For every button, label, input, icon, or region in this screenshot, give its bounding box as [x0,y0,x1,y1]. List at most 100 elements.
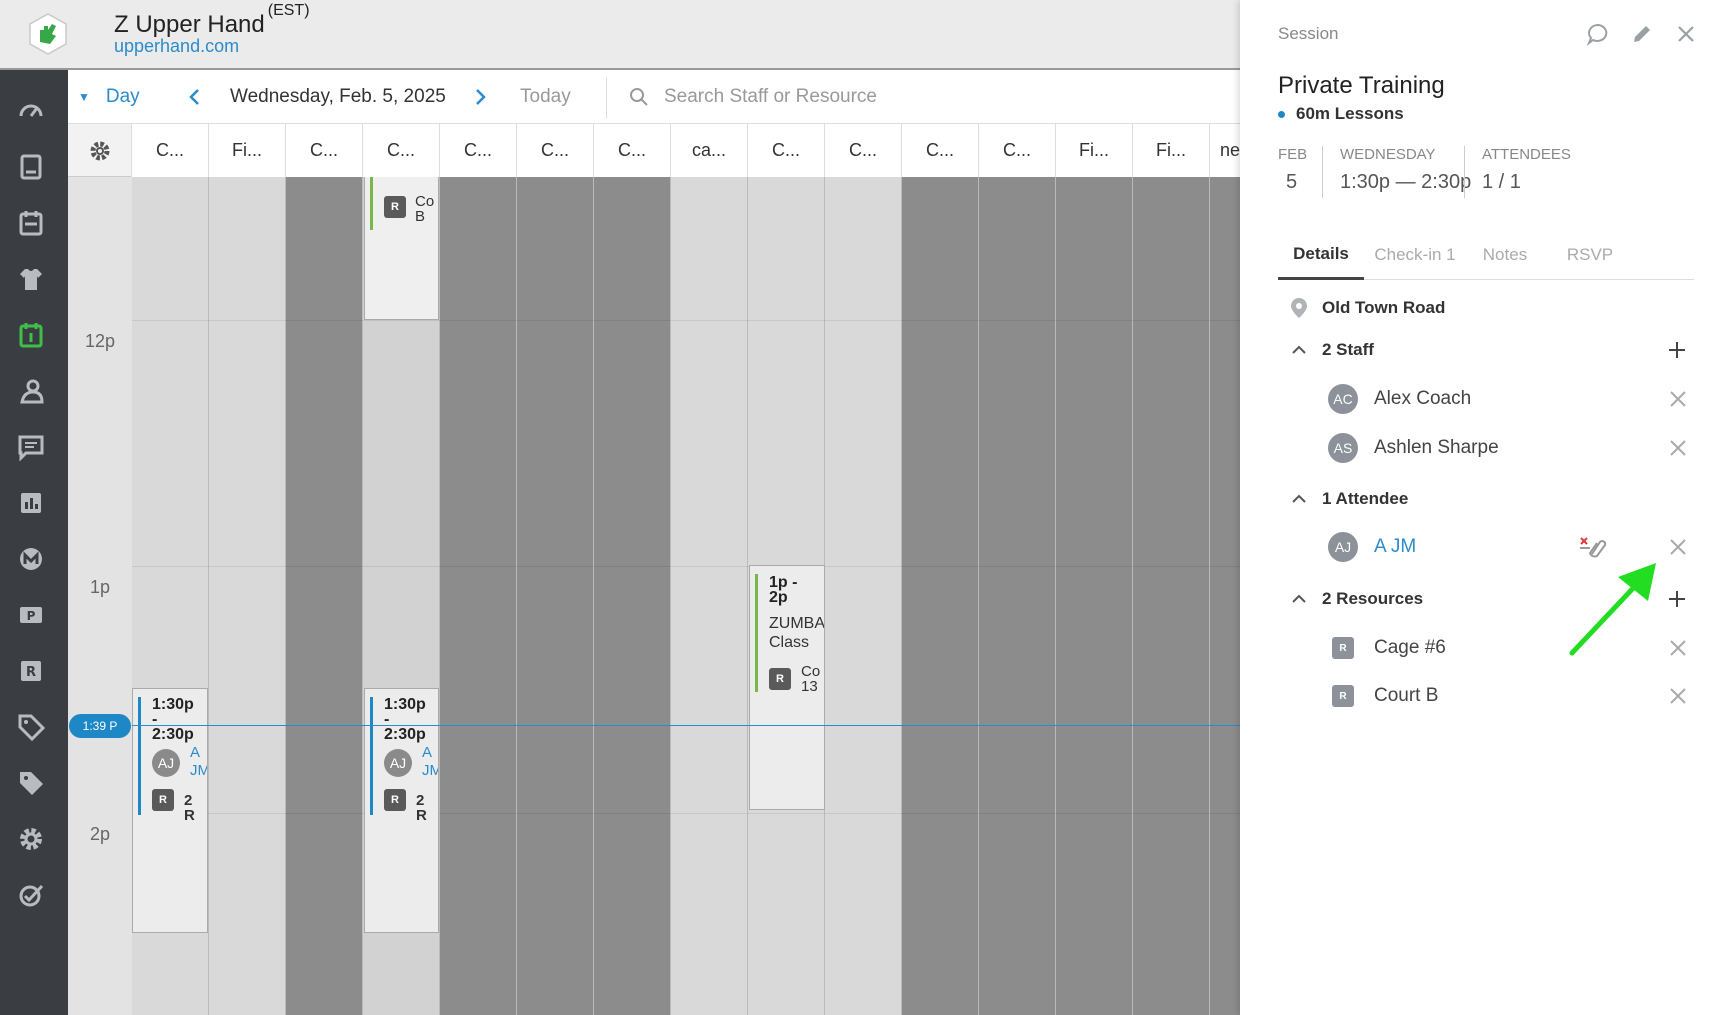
event-block[interactable]: R Co B [364,177,439,320]
tab-rsvp[interactable]: RSVP [1558,230,1622,280]
event-time: 2:30p [384,726,426,743]
clipboard-icon[interactable] [14,150,48,184]
event-time: 2:30p [152,726,194,743]
comment-button[interactable] [1584,20,1612,48]
staff-name: Ashlen Sharpe [1374,437,1499,458]
column-header-8[interactable]: ca... [671,124,748,177]
resource-column[interactable] [1133,177,1210,1015]
column-header-13[interactable]: Fi... [1056,124,1133,177]
resources-section-toggle[interactable]: 2 Resources [1290,586,1423,612]
resource-name: Cage #6 [1374,637,1446,658]
current-time-indicator: 1:39 P [69,714,131,738]
column-header-14[interactable]: Fi... [1133,124,1210,177]
attendee-row: AJ A JM [1328,531,1416,563]
resource-row: R Cage #6 [1328,632,1446,664]
remove-staff-button[interactable] [1668,438,1688,458]
event-client-link[interactable]: JM [190,762,207,780]
avatar: AC [1328,384,1358,414]
current-date[interactable]: Wednesday, Feb. 5, 2025 [230,70,446,124]
hour-line [132,813,1240,814]
upper-hand-logo[interactable] [26,12,70,56]
view-selector[interactable]: ▼ Day [78,70,140,124]
resource-column[interactable] [517,177,594,1015]
event-client-link[interactable]: JM [422,762,438,780]
staff-section-toggle[interactable]: 2 Staff [1290,337,1374,363]
resource-column[interactable] [594,177,671,1015]
timezone-label: (EST) [267,2,310,19]
next-day-button[interactable] [473,70,487,124]
point-of-sale-icon[interactable]: P [14,598,48,632]
event-time: 1:30p [384,696,426,713]
resource-column[interactable] [979,177,1056,1015]
chevron-up-icon [1292,345,1306,354]
resources-icon[interactable]: R [14,654,48,688]
tags-icon[interactable] [14,766,48,800]
event-client-link[interactable]: A [422,744,432,762]
event-resource-text: Co [415,193,435,210]
meta-divider [1464,146,1465,198]
event-time: 2p [769,589,788,606]
resource-column[interactable] [671,177,748,1015]
calendar-toolbar: ▼ Day Wednesday, Feb. 5, 2025 Today Searc… [68,70,1240,124]
column-header-11[interactable]: C... [902,124,979,177]
attendee-section-toggle[interactable]: 1 Attendee [1290,486,1408,512]
calendar-list-icon[interactable] [14,206,48,240]
tab-details[interactable]: Details [1278,230,1364,280]
tab-check-in[interactable]: Check-in 1 [1370,230,1460,280]
resource-column[interactable] [902,177,979,1015]
messages-icon[interactable] [14,430,48,464]
calendar-icon[interactable] [14,318,48,352]
resource-badge: R [384,196,406,218]
column-header-6[interactable]: C... [517,124,594,177]
add-staff-button[interactable] [1666,339,1688,361]
column-header-9[interactable]: C... [748,124,825,177]
remove-resource-button[interactable] [1668,686,1688,706]
resource-column[interactable] [825,177,902,1015]
marketing-icon[interactable] [14,542,48,576]
tab-notes[interactable]: Notes [1474,230,1536,280]
edit-button[interactable] [1628,20,1656,48]
resource-column[interactable] [209,177,286,1015]
dashboard-icon[interactable] [14,94,48,128]
staff-row: AC Alex Coach [1328,383,1471,415]
column-header-2[interactable]: Fi... [209,124,286,177]
resource-badge: R [1332,685,1354,707]
remove-attendee-button[interactable] [1668,537,1688,557]
settings-icon[interactable] [14,822,48,856]
attendee-name-link[interactable]: A JM [1374,536,1416,558]
column-settings-button[interactable] [68,124,132,177]
event-client-link[interactable]: A [190,744,200,762]
svg-text:R: R [26,665,36,680]
remove-resource-button[interactable] [1668,638,1688,658]
today-button[interactable]: Today [520,70,571,124]
discount-tag-icon[interactable] [14,710,48,744]
chevron-left-icon [189,89,199,105]
column-header-4[interactable]: C... [363,124,440,177]
search-input[interactable]: Search Staff or Resource [628,70,877,124]
team-icon[interactable] [14,374,48,408]
tasks-icon[interactable] [14,878,48,912]
resource-column[interactable] [440,177,517,1015]
main-sidebar: P R [0,70,68,1015]
resource-column[interactable] [286,177,363,1015]
resource-row: R Court B [1328,680,1438,712]
add-resource-button[interactable] [1666,588,1688,610]
column-header-7[interactable]: C... [594,124,671,177]
column-header-3[interactable]: C... [286,124,363,177]
resource-badge: R [152,789,174,811]
reports-icon[interactable] [14,486,48,520]
session-title: Private Training [1278,72,1445,99]
resource-column[interactable] [1056,177,1133,1015]
event-block[interactable]: 1p - 2p ZUMBA Class R Co 13 [749,565,825,810]
remove-staff-button[interactable] [1668,389,1688,409]
previous-day-button[interactable] [188,70,202,124]
close-panel-button[interactable] [1672,20,1700,48]
column-header-10[interactable]: C... [825,124,902,177]
column-header-12[interactable]: C... [979,124,1056,177]
resource-column[interactable] [1210,177,1240,1015]
org-website-link[interactable]: upperhand.com [114,36,239,57]
jersey-icon[interactable] [14,262,48,296]
time-label-1p: 1p [89,577,111,597]
column-header-1[interactable]: C... [132,124,209,177]
column-header-5[interactable]: C... [440,124,517,177]
